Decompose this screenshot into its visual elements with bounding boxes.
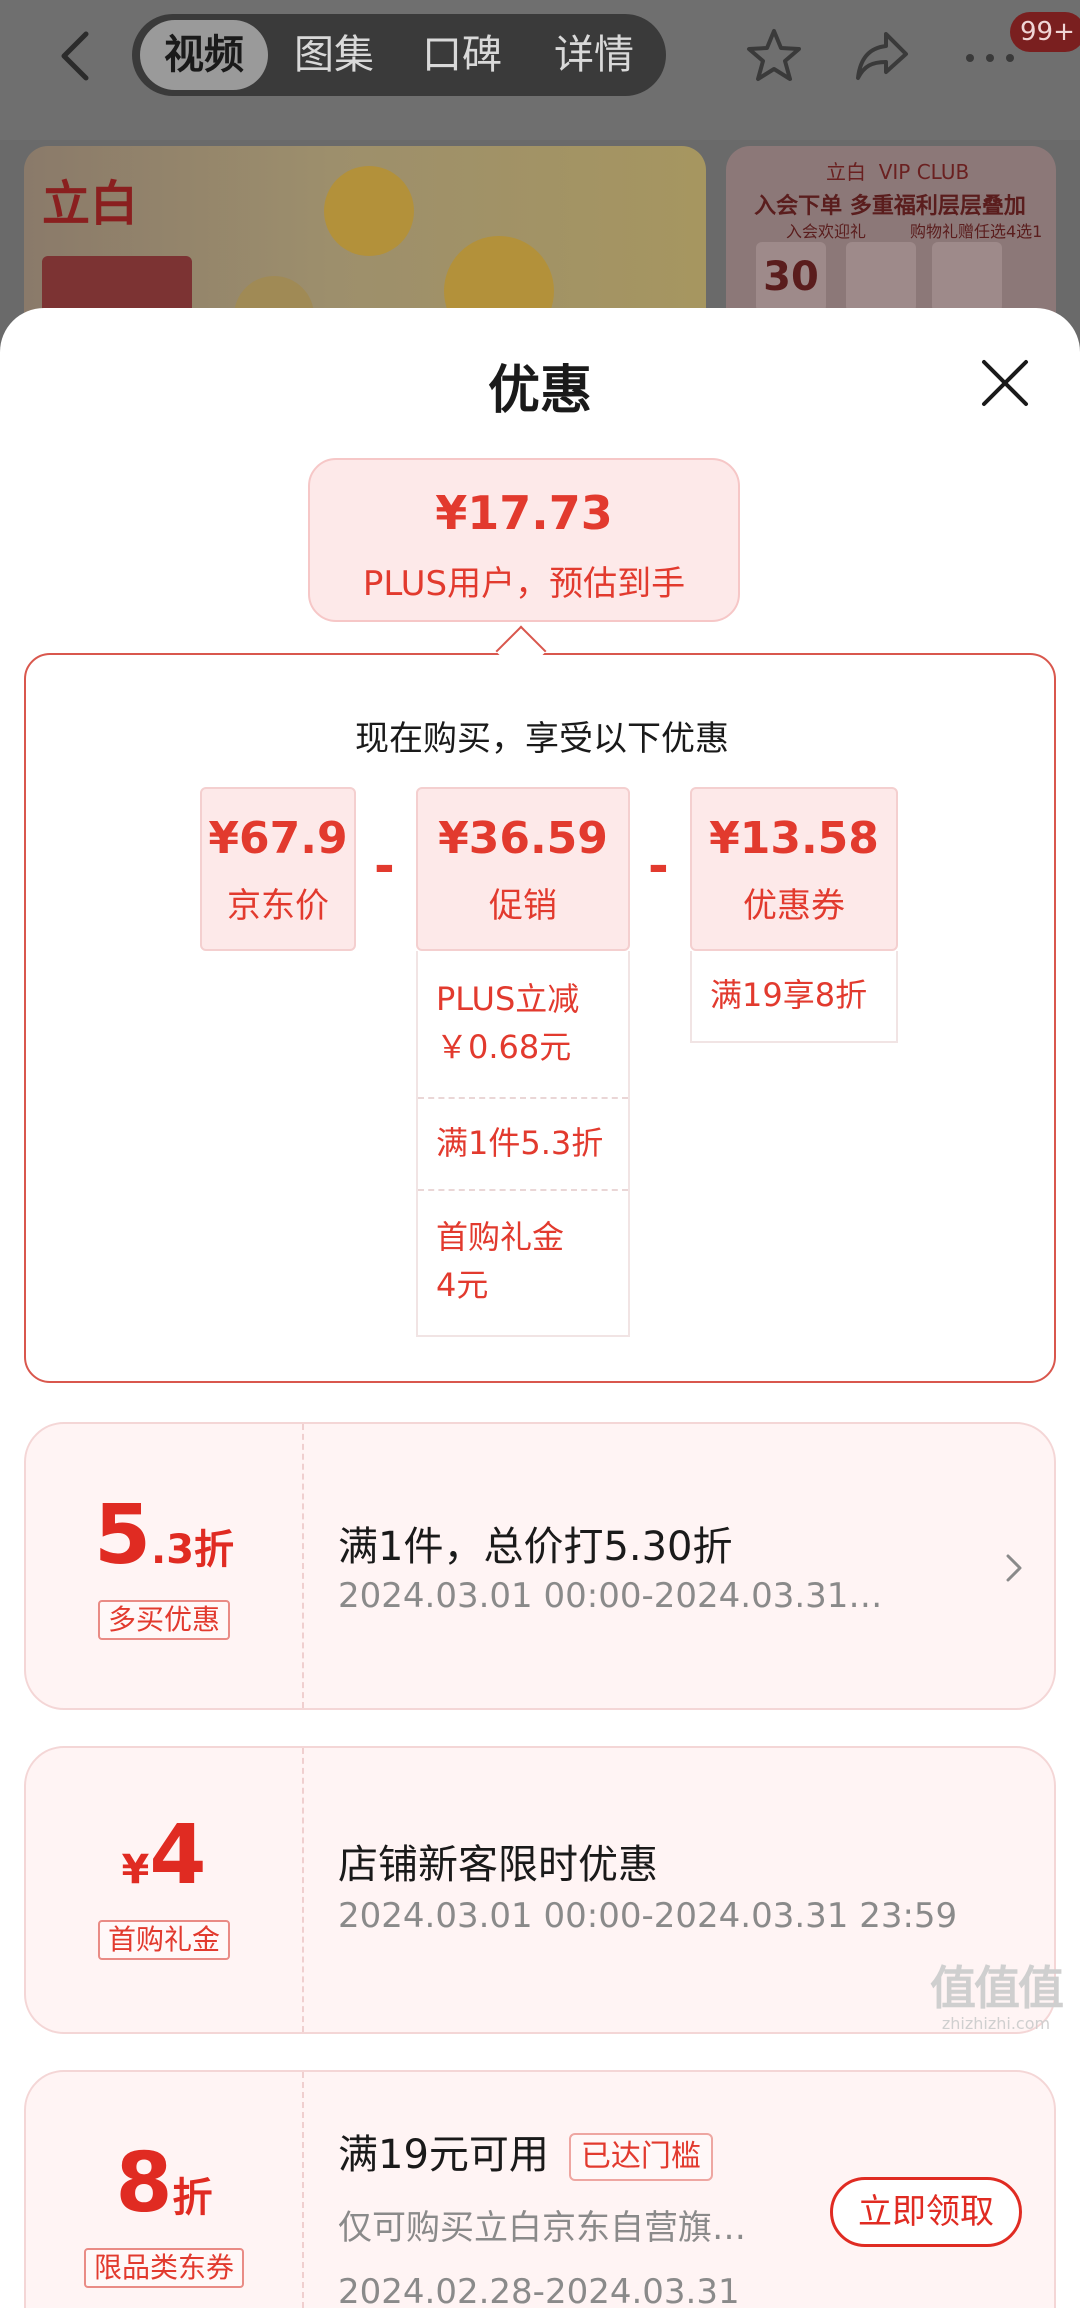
close-icon[interactable] <box>980 358 1030 408</box>
estimated-price: ¥17.73 <box>435 486 613 540</box>
coupon-discount: ¥4 <box>121 1808 207 1903</box>
tab-reviews[interactable]: 口碑 <box>400 20 524 90</box>
jd-price-card: ¥67.9 京东价 <box>200 787 356 951</box>
divider <box>302 2072 304 2308</box>
coupon-title: 店铺新客限时优惠 <box>338 1842 658 1888</box>
promo-details: PLUS立减 ￥0.68元 满1件5.3折 首购礼金 4元 <box>416 951 630 1337</box>
coupon-item: 满19享8折 <box>710 976 868 1014</box>
coupon-value: ¥13.58 <box>709 813 879 864</box>
coupon-title: 满19元可用 已达门槛 <box>338 2122 713 2181</box>
coupon-value-area: 5.3折 多买优惠 <box>26 1424 302 1708</box>
vip-club-label: 立白 VIP CLUB <box>826 160 970 184</box>
vip-gift-label: 购物礼赠任选4选1 <box>910 222 1043 241</box>
coupon-value-area: ¥4 首购礼金 <box>26 1748 302 2032</box>
coupon-tag: 首购礼金 <box>97 1920 231 1960</box>
estimated-price-label: PLUS用户，预估到手 <box>362 564 686 604</box>
promo-item: 满1件5.3折 <box>436 1124 604 1162</box>
coupon-details: 满19享8折 <box>690 951 898 1043</box>
chevron-right-icon[interactable] <box>1002 1552 1026 1584</box>
product-image <box>324 166 414 256</box>
coupon-scope: 仅可购买立白京东自营旗… <box>338 2208 746 2248</box>
watermark: 值值值 zhizhizhi.com <box>930 1961 1064 2033</box>
promo-item: 首购礼金 4元 <box>436 1218 565 1304</box>
notification-badge: 99+ <box>1010 12 1080 52</box>
coupon-multi-buy[interactable]: 5.3折 多买优惠 满1件，总价打5.30折 2024.03.01 00:00-… <box>24 1422 1056 1710</box>
minus-sign: - <box>648 837 669 895</box>
vip-gift-image <box>932 242 1002 312</box>
divider <box>302 1424 304 1708</box>
share-icon[interactable] <box>852 26 912 86</box>
coupon-first-purchase[interactable]: ¥4 首购礼金 店铺新客限时优惠 2024.03.01 00:00-2024.0… <box>24 1746 1056 2034</box>
threshold-met-badge: 已达门槛 <box>568 2133 713 2181</box>
coupon-validity: 2024.03.01 00:00-2024.03.31… <box>338 1576 883 1616</box>
star-icon[interactable] <box>744 26 804 86</box>
price-breakdown: 现在购买，享受以下优惠 ¥67.9 京东价 - ¥36.59 促销 PLUS立减… <box>24 653 1056 1383</box>
promo-item: PLUS立减 ￥0.68元 <box>436 980 580 1066</box>
coupon-validity: 2024.03.01 00:00-2024.03.31 23:59 <box>338 1896 958 1936</box>
brand-logo: 立白 <box>42 176 139 232</box>
tab-gallery[interactable]: 图集 <box>272 20 396 90</box>
coupon-category: 8折 限品类东券 满19元可用 已达门槛 仅可购买立白京东自营旗… 2024.02… <box>24 2070 1056 2308</box>
estimated-price-bubble: ¥17.73 PLUS用户，预估到手 <box>308 458 740 622</box>
jd-price-value: ¥67.9 <box>208 813 348 864</box>
back-arrow-icon[interactable] <box>52 30 100 82</box>
promo-card: ¥36.59 促销 <box>416 787 630 951</box>
jd-price-label: 京东价 <box>227 886 329 926</box>
claim-button[interactable]: 立即领取 <box>830 2177 1022 2247</box>
coupon-tag: 多买优惠 <box>97 1600 231 1640</box>
top-app-bar: 视频 图集 口碑 详情 99+ <box>0 0 1080 140</box>
coupon-value-area: 8折 限品类东券 <box>26 2072 302 2308</box>
vip-headline: 入会下单 多重福利层层叠加 <box>754 194 1026 219</box>
coupon-title: 满1件，总价打5.30折 <box>338 1524 733 1570</box>
tab-video[interactable]: 视频 <box>140 20 268 90</box>
divider <box>418 1097 628 1099</box>
divider <box>418 1189 628 1191</box>
vip-coupon-image: 30 <box>756 242 826 312</box>
discount-sheet: 优惠 ¥17.73 PLUS用户，预估到手 现在购买，享受以下优惠 ¥67.9 … <box>0 308 1080 2308</box>
coupon-tag: 限品类东券 <box>83 2248 245 2288</box>
coupon-validity: 2024.02.28-2024.03.31 <box>338 2272 740 2308</box>
promo-label: 促销 <box>489 886 557 926</box>
vip-card-image <box>846 242 916 312</box>
tab-details[interactable]: 详情 <box>530 20 658 90</box>
sheet-title: 优惠 <box>487 361 592 421</box>
vip-welcome-label: 入会欢迎礼 <box>786 222 867 241</box>
minus-sign: - <box>374 837 395 895</box>
media-tabs: 视频 图集 口碑 详情 <box>132 14 666 96</box>
coupon-label: 优惠券 <box>743 886 845 926</box>
coupon-card: ¥13.58 优惠券 <box>690 787 898 951</box>
divider <box>302 1748 304 2032</box>
coupon-discount: 5.3折 <box>93 1488 235 1583</box>
coupon-discount: 8折 <box>115 2136 213 2231</box>
promo-value: ¥36.59 <box>438 813 608 864</box>
breakdown-heading: 现在购买，享受以下优惠 <box>355 719 729 759</box>
